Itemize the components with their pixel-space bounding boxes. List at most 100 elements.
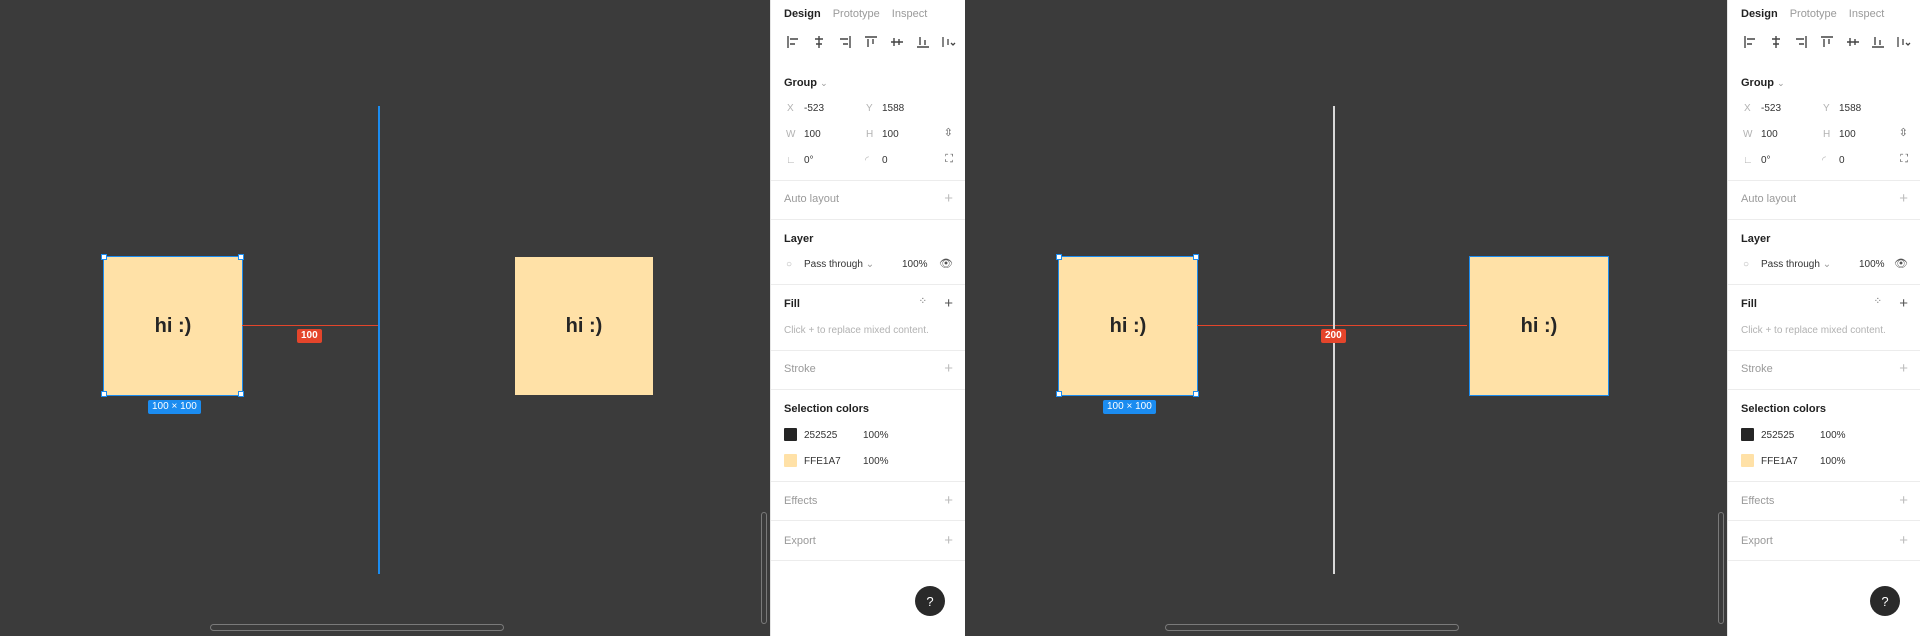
corner-radius-field[interactable]: 0 [882,155,888,166]
w-field[interactable]: 100 [804,129,821,140]
canvas[interactable]: hi :) 100 × 100 200 hi :) [965,0,1727,636]
resize-handle[interactable] [101,391,107,397]
y-field[interactable]: 1588 [882,103,904,114]
size-label: 100 × 100 [148,400,201,414]
rotation-field[interactable]: 0° [804,155,814,166]
x-field[interactable]: -523 [804,103,824,114]
add-effect-icon[interactable]: + [944,493,953,508]
tab-design[interactable]: Design [1741,8,1778,20]
vertical-scrollbar[interactable] [761,512,767,624]
styles-grid-icon[interactable]: ⁘ [1874,296,1882,307]
horizontal-scrollbar[interactable] [1165,624,1459,631]
y-field[interactable]: 1588 [1839,103,1861,114]
chevron-down-icon: ⌄ [820,78,828,88]
independent-corners-icon[interactable]: ⛶ [945,153,953,166]
constrain-proportions-icon[interactable]: ⇳ [944,126,953,139]
eye-icon[interactable]: 👁 [939,257,953,270]
divider [1728,560,1920,561]
align-right-icon[interactable] [1791,34,1811,50]
distribute-icon[interactable] [939,34,959,50]
vertical-scrollbar[interactable] [1718,512,1724,624]
independent-corners-icon[interactable]: ⛶ [1900,153,1908,166]
add-stroke-icon[interactable]: + [944,361,953,376]
align-bottom-icon[interactable] [1868,34,1888,50]
layer-title: Layer [784,233,814,245]
add-auto-layout-icon[interactable]: + [944,191,953,206]
color-opacity[interactable]: 100% [863,430,889,441]
align-top-icon[interactable] [861,34,881,50]
tab-prototype[interactable]: Prototype [1790,8,1837,20]
resize-handle[interactable] [238,254,244,260]
resize-handle[interactable] [101,254,107,260]
color-hex[interactable]: 252525 [1761,430,1794,441]
resize-handle[interactable] [1056,391,1062,397]
fill-hint: Click + to replace mixed content. [1741,325,1886,336]
color-hex[interactable]: 252525 [804,430,837,441]
resize-handle[interactable] [1193,254,1199,260]
align-right-icon[interactable] [835,34,855,50]
blend-mode-select[interactable]: Pass through ⌄ [1761,259,1831,270]
group-title[interactable]: Group ⌄ [1741,77,1785,89]
resize-handle[interactable] [1056,254,1062,260]
add-auto-layout-icon[interactable]: + [1899,191,1908,206]
x-label: X [787,103,794,114]
add-export-icon[interactable]: + [1899,533,1908,548]
add-stroke-icon[interactable]: + [1899,361,1908,376]
h-field[interactable]: 100 [1839,129,1856,140]
align-left-icon[interactable] [783,34,803,50]
align-top-icon[interactable] [1817,34,1837,50]
align-horizontal-center-icon[interactable] [809,34,829,50]
layer-opacity-field[interactable]: 100% [1859,259,1885,270]
color-opacity[interactable]: 100% [1820,430,1846,441]
eye-icon[interactable]: 👁 [1894,257,1908,270]
tab-prototype[interactable]: Prototype [833,8,880,20]
blend-mode-select[interactable]: Pass through ⌄ [804,259,874,270]
chevron-down-icon: ⌄ [1777,78,1785,88]
add-fill-icon[interactable]: + [1899,296,1908,311]
align-bottom-icon[interactable] [913,34,933,50]
tab-inspect[interactable]: Inspect [1849,8,1884,20]
color-swatch[interactable] [1741,454,1754,467]
constrain-proportions-icon[interactable]: ⇳ [1899,126,1908,139]
add-effect-icon[interactable]: + [1899,493,1908,508]
vertical-guide[interactable] [378,106,380,574]
align-vertical-center-icon[interactable] [887,34,907,50]
x-field[interactable]: -523 [1761,103,1781,114]
align-horizontal-center-icon[interactable] [1766,34,1786,50]
frame-selected[interactable]: hi :) [1469,256,1609,396]
frame[interactable]: hi :) [515,257,653,395]
styles-grid-icon[interactable]: ⁘ [919,296,927,307]
frame-selected[interactable]: hi :) [1058,256,1198,396]
canvas[interactable]: hi :) 100 × 100 100 hi :) [0,0,770,636]
corner-radius-field[interactable]: 0 [1839,155,1845,166]
resize-handle[interactable] [1193,391,1199,397]
chevron-down-icon: ⌄ [1822,259,1832,270]
color-hex[interactable]: FFE1A7 [1761,456,1798,467]
help-button[interactable]: ? [915,586,945,616]
align-vertical-center-icon[interactable] [1843,34,1863,50]
color-swatch[interactable] [784,428,797,441]
group-title[interactable]: Group ⌄ [784,77,828,89]
color-swatch[interactable] [784,454,797,467]
rotation-field[interactable]: 0° [1761,155,1771,166]
frame-selected[interactable]: hi :) [103,256,243,396]
tab-design[interactable]: Design [784,8,821,20]
layer-opacity-field[interactable]: 100% [902,259,928,270]
align-left-icon[interactable] [1740,34,1760,50]
color-opacity[interactable]: 100% [863,456,889,467]
color-swatch[interactable] [1741,428,1754,441]
color-opacity[interactable]: 100% [1820,456,1846,467]
resize-handle[interactable] [238,391,244,397]
distribute-icon[interactable] [1894,34,1914,50]
w-field[interactable]: 100 [1761,129,1778,140]
stroke-title: Stroke [784,363,816,375]
help-button[interactable]: ? [1870,586,1900,616]
add-export-icon[interactable]: + [944,533,953,548]
size-label: 100 × 100 [1103,400,1156,414]
add-fill-icon[interactable]: + [944,296,953,311]
color-hex[interactable]: FFE1A7 [804,456,841,467]
y-label: Y [1823,103,1830,114]
tab-inspect[interactable]: Inspect [892,8,927,20]
horizontal-scrollbar[interactable] [210,624,504,631]
h-field[interactable]: 100 [882,129,899,140]
